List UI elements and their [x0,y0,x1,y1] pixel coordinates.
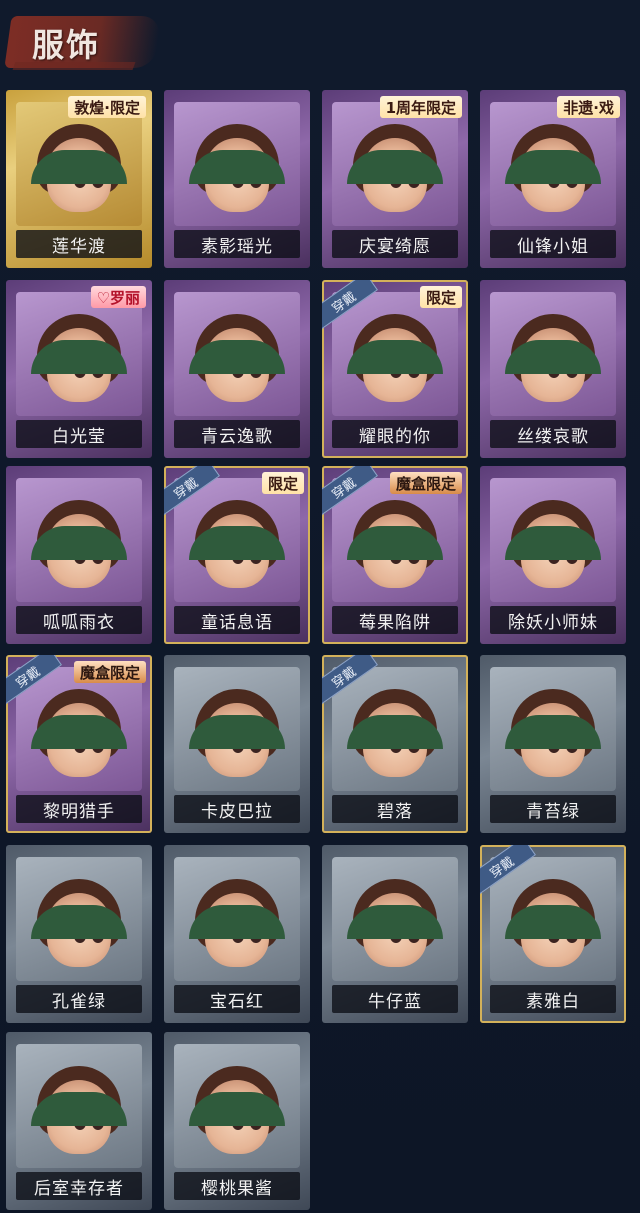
outfit-card[interactable]: 卡皮巴拉 [164,655,310,833]
outfit-portrait [332,292,458,416]
outfit-card[interactable]: 丝缕哀歌 [480,280,626,458]
name-plate: 牛仔蓝 [332,985,458,1013]
outfit-name: 丝缕哀歌 [517,426,589,447]
outfit-card[interactable]: 穿戴 素雅白 [480,845,626,1023]
name-plate: 丝缕哀歌 [490,420,616,448]
name-plate: 耀眼的你 [332,420,458,448]
outfit-card[interactable]: 1周年限定庆宴绮愿 [322,90,468,268]
outfit-name: 耀眼的你 [359,426,431,447]
limited-badge: 非遗·戏 [557,96,620,118]
outfit-card[interactable]: 素影瑶光 [164,90,310,268]
outfit-card[interactable]: 穿戴 魔盒限定 莓果陷阱 [322,466,468,644]
limited-badge: 限定 [419,286,462,308]
limited-badge: 1周年限定 [379,96,462,118]
name-plate: 素影瑶光 [174,230,300,258]
outfit-portrait [16,1044,142,1168]
outfit-card[interactable]: 穿戴 限定 童话息语 [164,466,310,644]
outfit-name: 青云逸歌 [201,426,273,447]
name-plate: 莲华渡 [16,230,142,258]
outfit-portrait [16,478,142,602]
outfit-portrait [332,857,458,981]
name-plate: 后室幸存者 [16,1172,142,1200]
outfit-name: 莲华渡 [52,236,106,257]
outfit-portrait [174,857,300,981]
outfit-name: 宝石红 [210,991,264,1012]
outfit-name: 樱桃果酱 [201,1178,273,1199]
name-plate: 庆宴绮愿 [332,230,458,258]
outfit-name: 童话息语 [201,612,273,633]
outfit-card[interactable]: 孔雀绿 [6,845,152,1023]
outfit-portrait [490,102,616,226]
limited-badge: 魔盒限定 [389,472,462,494]
outfit-name: 白光莹 [52,426,106,447]
outfit-name: 庆宴绮愿 [359,236,431,257]
name-plate: 仙锋小姐 [490,230,616,258]
outfit-card[interactable]: 穿戴 碧落 [322,655,468,833]
outfit-name: 呱呱雨衣 [43,612,115,633]
outfit-portrait [490,292,616,416]
name-plate: 青苔绿 [490,795,616,823]
outfit-card[interactable]: 非遗·戏仙锋小姐 [480,90,626,268]
name-plate: 樱桃果酱 [174,1172,300,1200]
outfit-portrait [174,478,300,602]
outfit-screen: 服饰 敦煌·限定 莲华渡 素影瑶光 1周年限定 庆宴绮愿 非遗·戏 仙锋小姐 ♡罗丽 白光莹 青云… [0,0,640,1213]
name-plate: 宝石红 [174,985,300,1013]
name-plate: 碧落 [332,795,458,823]
outfit-portrait [16,292,142,416]
outfit-portrait [174,292,300,416]
outfit-portrait [174,1044,300,1168]
name-plate: 孔雀绿 [16,985,142,1013]
outfit-portrait [332,102,458,226]
outfit-card[interactable]: ♡罗丽白光莹 [6,280,152,458]
name-plate: 素雅白 [490,985,616,1013]
outfit-name: 莓果陷阱 [359,612,431,633]
limited-badge: 敦煌·限定 [68,96,146,118]
outfit-card[interactable]: 穿戴 限定 耀眼的你 [322,280,468,458]
outfit-portrait [490,667,616,791]
outfit-portrait [332,478,458,602]
outfit-card[interactable]: 呱呱雨衣 [6,466,152,644]
outfit-card[interactable]: 后室幸存者 [6,1032,152,1210]
outfit-portrait [16,857,142,981]
name-plate: 青云逸歌 [174,420,300,448]
outfit-name: 黎明猎手 [43,801,115,822]
name-plate: 除妖小师妹 [490,606,616,634]
outfit-card[interactable]: 青云逸歌 [164,280,310,458]
outfit-name: 牛仔蓝 [368,991,422,1012]
outfit-card[interactable]: 樱桃果酱 [164,1032,310,1210]
outfit-name: 后室幸存者 [34,1178,124,1199]
limited-badge: ♡罗丽 [90,286,146,308]
outfit-portrait [174,667,300,791]
outfit-card[interactable]: 穿戴 魔盒限定 黎明猎手 [6,655,152,833]
name-plate: 卡皮巴拉 [174,795,300,823]
outfit-card[interactable]: 青苔绿 [480,655,626,833]
outfit-name: 青苔绿 [526,801,580,822]
name-plate: 呱呱雨衣 [16,606,142,634]
outfit-card[interactable]: 除妖小师妹 [480,466,626,644]
outfit-name: 卡皮巴拉 [201,801,273,822]
name-plate: 白光莹 [16,420,142,448]
outfit-card[interactable]: 宝石红 [164,845,310,1023]
outfit-name: 孔雀绿 [52,991,106,1012]
outfit-portrait [332,667,458,791]
limited-badge: 魔盒限定 [73,661,146,683]
outfit-name: 除妖小师妹 [508,612,598,633]
outfit-portrait [16,667,142,791]
outfit-name: 碧落 [377,801,413,822]
name-plate: 莓果陷阱 [332,606,458,634]
name-plate: 童话息语 [174,606,300,634]
outfit-name: 素影瑶光 [201,236,273,257]
outfit-name: 素雅白 [526,991,580,1012]
section-header: 服饰 [4,6,168,80]
limited-badge: 限定 [261,472,304,494]
outfit-card[interactable]: 牛仔蓝 [322,845,468,1023]
outfit-portrait [490,857,616,981]
section-title: 服饰 [32,26,101,64]
outfit-name: 仙锋小姐 [517,236,589,257]
outfit-portrait [490,478,616,602]
outfit-card[interactable]: 敦煌·限定莲华渡 [6,90,152,268]
outfit-portrait [174,102,300,226]
name-plate: 黎明猎手 [16,795,142,823]
outfit-portrait [16,102,142,226]
